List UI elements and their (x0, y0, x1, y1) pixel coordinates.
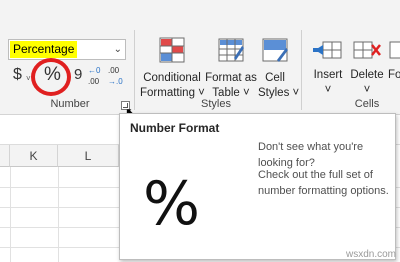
conditional-formatting-label-2: Formatting ˅ (140, 87, 205, 99)
tooltip-line-2: Check out the full set of number formatt… (258, 169, 389, 197)
group-divider (134, 30, 135, 110)
watermark: wsxdn.com (345, 249, 396, 260)
insert-chevron: ˅ (324, 84, 332, 96)
percent-icon: % (143, 169, 201, 239)
column-header-l[interactable]: L (58, 145, 119, 167)
excel-window: Percentage ⌄ $ ˅ % 9 ←0 .00 .00 →.0 Numb… (0, 0, 400, 262)
conditional-formatting-button[interactable]: Conditional Formatting ˅ (140, 36, 205, 101)
column-header-k[interactable]: K (10, 145, 58, 167)
format-as-table-icon (218, 38, 244, 62)
comma-style-button[interactable]: 9 (74, 66, 82, 83)
format-cells-icon (389, 41, 400, 59)
format-button[interactable]: Fo (388, 36, 400, 83)
cell-styles-label-1: Cell (265, 72, 285, 84)
cell-styles-button[interactable]: Cell Styles ˅ (258, 36, 300, 101)
insert-button[interactable]: Insert ˅ (308, 36, 348, 98)
number-format-dropdown[interactable]: Percentage ⌄ (8, 39, 126, 60)
decrease-decimal-top: .00 (108, 66, 120, 75)
cells-group-label: Cells (354, 98, 380, 110)
decrease-decimal-bottom: →.0 (108, 77, 123, 86)
conditional-formatting-label-1: Conditional (143, 72, 201, 84)
insert-label: Insert (313, 69, 343, 81)
chevron-down-icon[interactable]: ˅ (26, 74, 31, 83)
decrease-decimal-button[interactable]: .00 →.0 (108, 67, 134, 89)
number-format-tooltip: Number Format % Don't see what you're lo… (119, 113, 396, 260)
number-format-value: Percentage (10, 41, 78, 58)
delete-label: Delete (350, 69, 384, 81)
format-as-table-button[interactable]: Format as Table ˅ (204, 36, 258, 101)
conditional-formatting-icon (159, 37, 185, 63)
cell-styles-label-2: Styles ˅ (258, 87, 300, 99)
delete-cells-icon (353, 41, 381, 59)
percent-style-button[interactable]: % (44, 64, 61, 86)
chevron-down-icon[interactable]: ⌄ (114, 40, 122, 59)
styles-group-label: Styles (201, 98, 231, 110)
cell-styles-icon (262, 38, 288, 62)
column-header-partial[interactable] (0, 145, 10, 167)
accounting-format-button[interactable]: $ (13, 66, 22, 84)
ribbon: Percentage ⌄ $ ˅ % 9 ←0 .00 .00 →.0 Numb… (0, 0, 400, 119)
number-group-label: Number (50, 98, 90, 110)
group-divider (301, 30, 302, 110)
format-as-table-label-1: Format as (205, 72, 257, 84)
tooltip-title: Number Format (130, 121, 220, 135)
insert-cells-icon (313, 41, 342, 59)
delete-button[interactable]: Delete ˅ (350, 36, 384, 98)
delete-chevron: ˅ (363, 84, 371, 96)
format-label: Fo (388, 69, 400, 81)
